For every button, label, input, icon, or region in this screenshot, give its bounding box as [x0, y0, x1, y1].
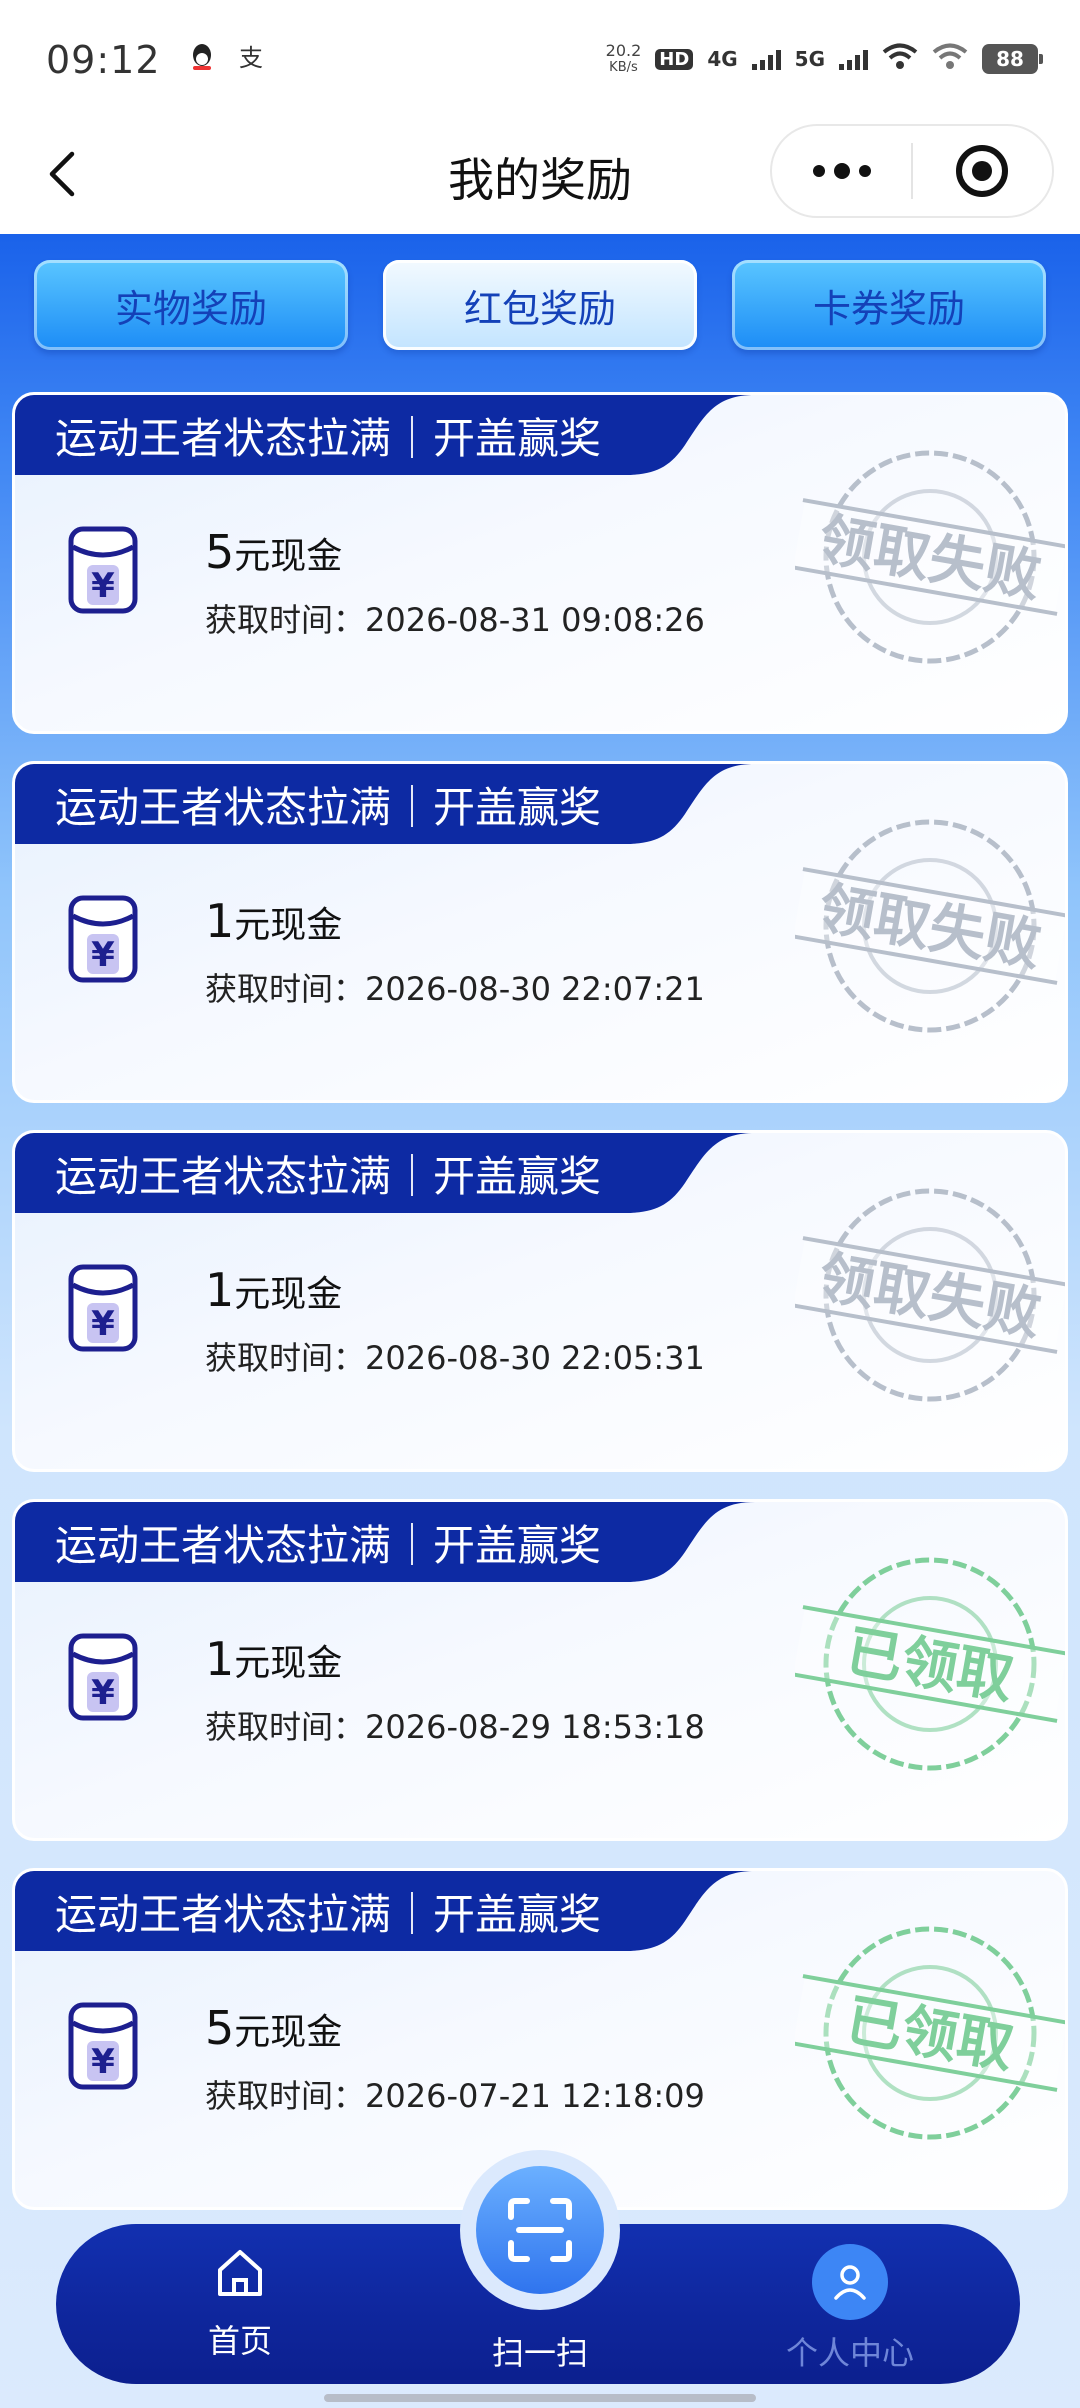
reward-card[interactable]: 运动王者状态拉满｜开盖赢奖 ¥1元现金获取时间：2026-08-30 22:05:… — [12, 1130, 1068, 1472]
nav-scan-label: 扫一扫 — [491, 2334, 588, 2372]
signal-bars-icon — [839, 48, 868, 70]
alipay-icon: 支 — [237, 42, 267, 79]
reward-amount: 1元现金 — [205, 894, 343, 948]
nav-home-label: 首页 — [207, 2322, 272, 2360]
svg-text:¥: ¥ — [91, 566, 115, 606]
more-dots-icon — [812, 163, 871, 179]
card-title: 运动王者状态拉满｜开盖赢奖 — [15, 1133, 755, 1213]
net-speed-unit: KB/s — [609, 60, 638, 75]
reward-tabs: 实物奖励 红包奖励 卡券奖励 — [34, 260, 1046, 352]
card-title: 运动王者状态拉满｜开盖赢奖 — [15, 1502, 755, 1582]
home-icon — [218, 2250, 262, 2296]
redpacket-yuan-icon: ¥ — [67, 894, 139, 984]
main-content: 实物奖励 红包奖励 卡券奖励 运动王者状态拉满｜开盖赢奖 ¥5元现金 获取时间：20… — [0, 234, 1080, 2408]
redpacket-yuan-icon: ¥ — [67, 2001, 139, 2091]
tab-coupon-rewards[interactable]: 卡券奖励 — [732, 260, 1046, 350]
svg-text:¥: ¥ — [91, 2042, 115, 2082]
more-button[interactable] — [772, 126, 911, 216]
wifi-icon — [882, 43, 918, 75]
status-time: 09:12 — [46, 38, 161, 82]
svg-text:¥: ¥ — [91, 1673, 115, 1713]
reward-card[interactable]: 运动王者状态拉满｜开盖赢奖 ¥1元现金获取时间：2026-08-30 22:07:… — [12, 761, 1068, 1103]
hd-badge: HD — [655, 48, 694, 70]
close-miniprogram-button[interactable] — [913, 126, 1052, 216]
nav-profile[interactable]: 个人中心 — [760, 2244, 940, 2374]
tab-physical-rewards[interactable]: 实物奖励 — [34, 260, 348, 350]
status-stamp: 领取失败 — [790, 816, 1065, 1056]
miniprogram-capsule — [770, 124, 1054, 218]
reward-amount: 5元现金 — [205, 525, 343, 579]
card-title: 运动王者状态拉满｜开盖赢奖 — [15, 764, 755, 844]
status-stamp: 领取失败 — [790, 447, 1065, 687]
tab-redpacket-rewards[interactable]: 红包奖励 — [383, 260, 697, 350]
nav-scan[interactable]: 扫一扫 — [470, 2320, 610, 2374]
status-bar: 09:12 支 20.2 KB/s HD 4G 5G 88 — [0, 0, 1080, 120]
scan-button[interactable] — [476, 2166, 604, 2294]
reward-amount: 5元现金 — [205, 2001, 343, 2055]
scan-button-wrap — [460, 2150, 620, 2310]
signal-bars-icon — [751, 48, 781, 70]
signal-5g-label: 5G — [794, 47, 825, 71]
stamp-text: 已领取 — [841, 1619, 1018, 1712]
target-circle-icon — [956, 145, 1009, 197]
nav-profile-label: 个人中心 — [785, 2334, 914, 2372]
svg-text:¥: ¥ — [91, 1304, 115, 1344]
status-stamp: 已领取 — [790, 1923, 1065, 2163]
qq-icon — [189, 42, 215, 79]
nav-bar: 我的奖励 — [0, 120, 1080, 234]
reward-time: 获取时间：2026-08-30 22:05:31 — [205, 1339, 705, 1377]
wifi-icon — [932, 43, 968, 75]
redpacket-yuan-icon: ¥ — [67, 1632, 139, 1722]
reward-time: 获取时间：2026-08-30 22:07:21 — [205, 970, 705, 1008]
svg-text:¥: ¥ — [91, 935, 115, 975]
card-title: 运动王者状态拉满｜开盖赢奖 — [15, 1871, 755, 1951]
status-stamp: 领取失败 — [790, 1185, 1065, 1425]
nav-home[interactable]: 首页 — [180, 2244, 300, 2362]
stamp-text: 已领取 — [841, 1988, 1018, 2081]
reward-time: 获取时间：2026-08-29 18:53:18 — [205, 1708, 705, 1746]
net-speed-value: 20.2 — [605, 41, 642, 60]
home-indicator[interactable] — [324, 2394, 756, 2402]
reward-card[interactable]: 运动王者状态拉满｜开盖赢奖 ¥1元现金获取时间：2026-08-29 18:53:… — [12, 1499, 1068, 1841]
signal-4g-label: 4G — [707, 47, 738, 71]
reward-amount: 1元现金 — [205, 1632, 343, 1686]
status-stamp: 已领取 — [790, 1554, 1065, 1794]
battery-icon: 88 — [982, 44, 1043, 74]
reward-time: 获取时间：2026-07-21 12:18:09 — [205, 2077, 705, 2115]
redpacket-yuan-icon: ¥ — [67, 525, 139, 615]
user-icon — [812, 2244, 888, 2320]
reward-amount: 1元现金 — [205, 1263, 343, 1317]
scan-icon — [508, 2198, 572, 2262]
reward-time: 获取时间：2026-08-31 09:08:26 — [205, 601, 705, 639]
card-title: 运动王者状态拉满｜开盖赢奖 — [15, 395, 755, 475]
svg-text:支: 支 — [239, 44, 263, 72]
reward-card[interactable]: 运动王者状态拉满｜开盖赢奖 ¥5元现金获取时间：2026-08-31 09:08:… — [12, 392, 1068, 734]
redpacket-yuan-icon: ¥ — [67, 1263, 139, 1353]
